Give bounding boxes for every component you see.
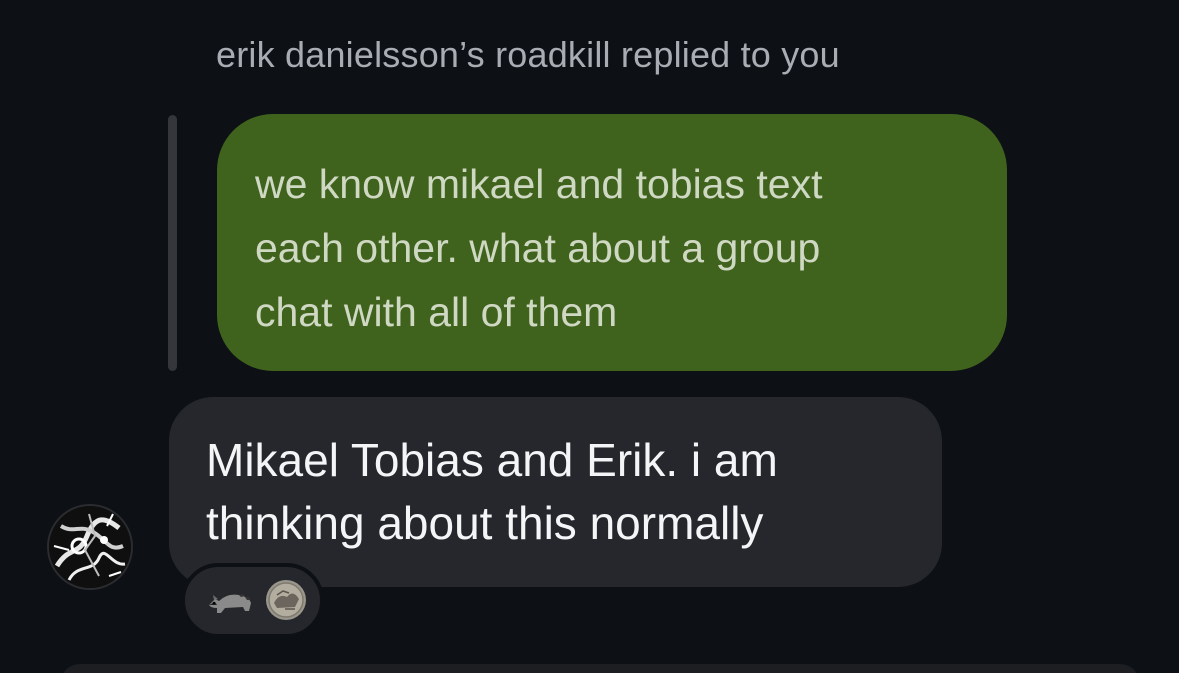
- quoted-message-bubble[interactable]: we know mikael and tobias text each othe…: [217, 114, 1007, 371]
- message-line: thinking about this normally: [206, 497, 764, 549]
- reply-indicator-bar: [168, 115, 177, 371]
- quoted-message-line: we know mikael and tobias text: [255, 161, 823, 207]
- user-avatar-icon[interactable]: [47, 504, 133, 590]
- next-message-bubble[interactable]: [60, 664, 1140, 673]
- quoted-message-line: each other. what about a group: [255, 225, 821, 271]
- reply-context-header: erik danielsson’s roadkill replied to yo…: [216, 34, 840, 75]
- quoted-message-line: chat with all of them: [255, 289, 618, 335]
- avatar-image: [49, 506, 131, 588]
- incoming-message-bubble[interactable]: Mikael Tobias and Erik. i am thinking ab…: [169, 397, 942, 587]
- reactions-pill[interactable]: [181, 563, 324, 638]
- coin-emoji-icon: [266, 580, 306, 620]
- chat-thread: erik danielsson’s roadkill replied to yo…: [0, 0, 1179, 673]
- message-line: Mikael Tobias and Erik. i am: [206, 434, 778, 486]
- raccoon-emoji-icon: [209, 594, 251, 613]
